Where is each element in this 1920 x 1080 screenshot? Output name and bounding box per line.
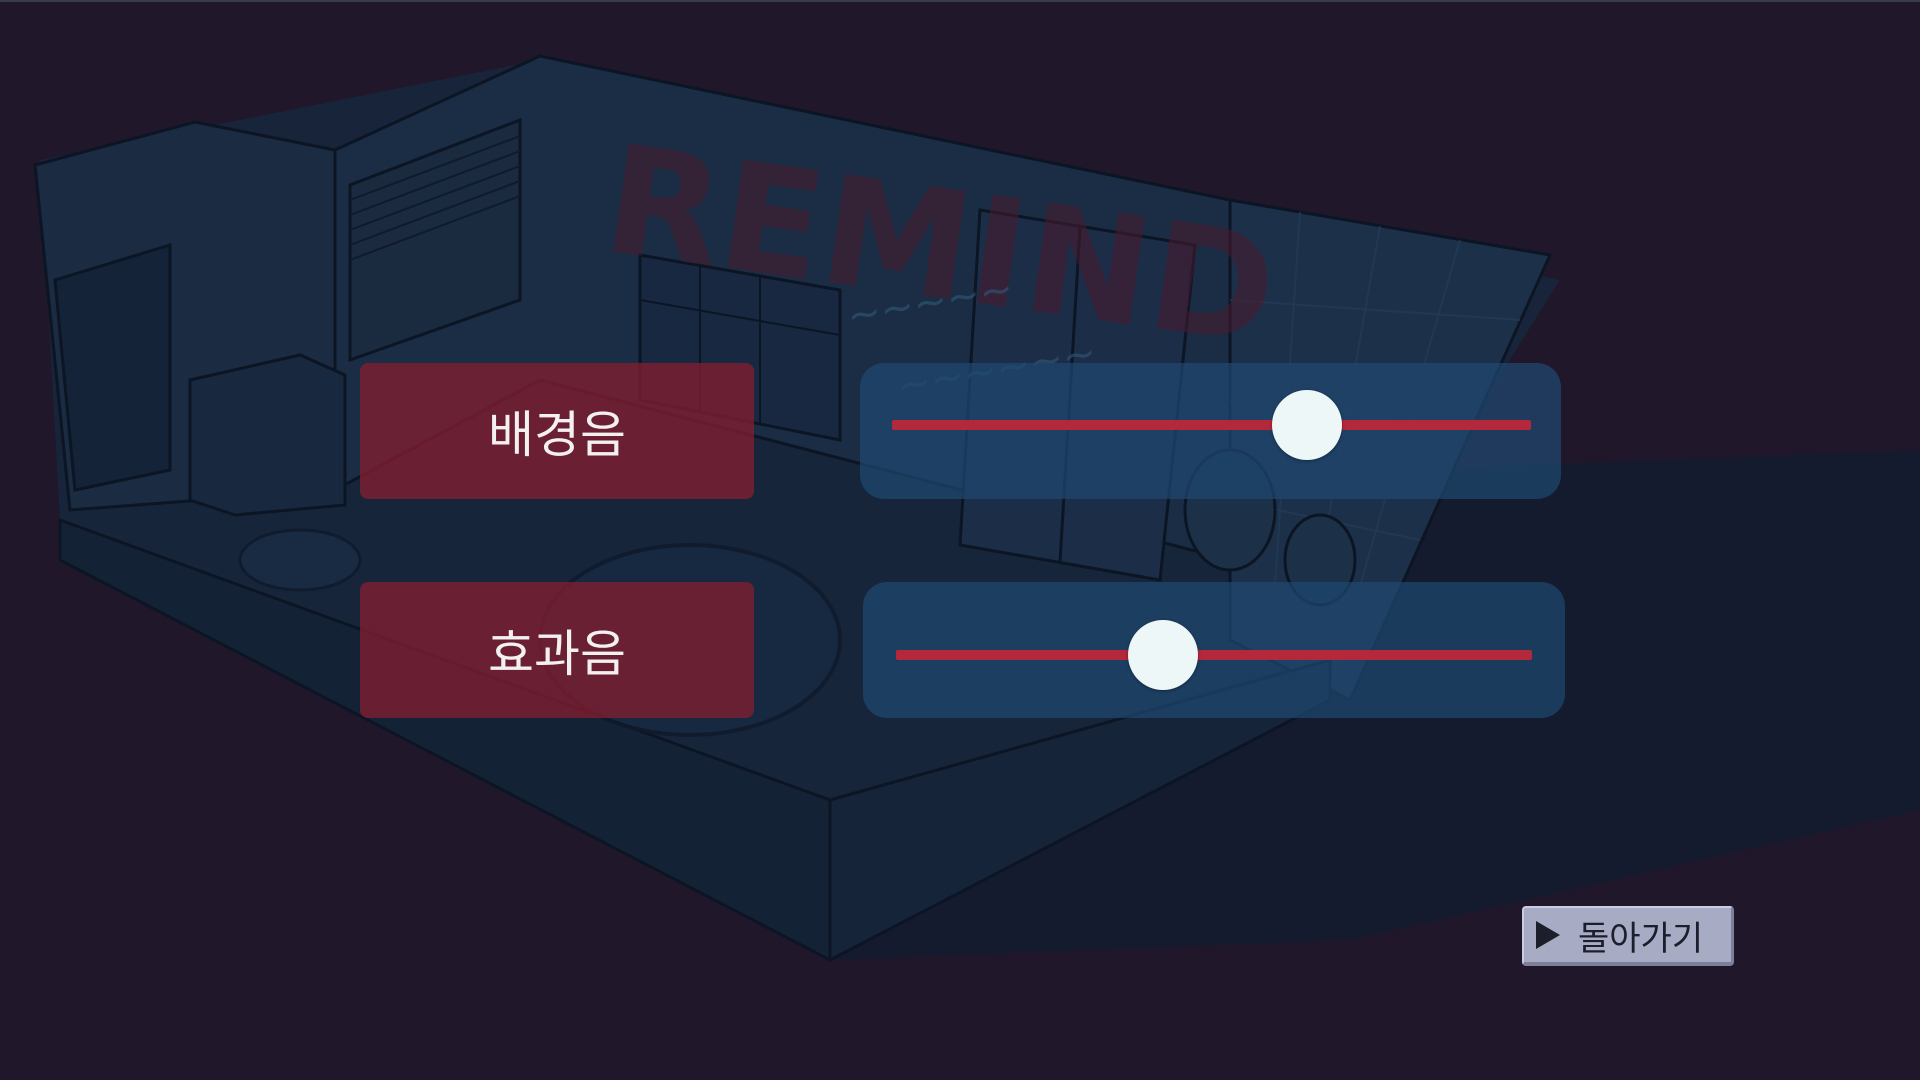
bgm-slider-track[interactable]: [892, 420, 1531, 430]
bgm-slider-thumb[interactable]: [1272, 390, 1343, 460]
sfx-slider-track[interactable]: [896, 650, 1532, 660]
back-button[interactable]: 돌아가기: [1522, 906, 1734, 966]
bgm-volume-panel: [860, 363, 1561, 499]
sfx-label: 효과음: [360, 582, 754, 718]
sfx-slider-thumb[interactable]: [1128, 620, 1199, 690]
sfx-volume-panel: [863, 582, 1565, 718]
bgm-label: 배경음: [360, 363, 754, 499]
back-button-label: 돌아가기: [1578, 918, 1704, 959]
settings-screen: REMIND ~~~~~ ~~~~~~ 배경음 효과음 돌아가기: [0, 0, 1920, 1080]
play-icon: [1536, 921, 1560, 949]
